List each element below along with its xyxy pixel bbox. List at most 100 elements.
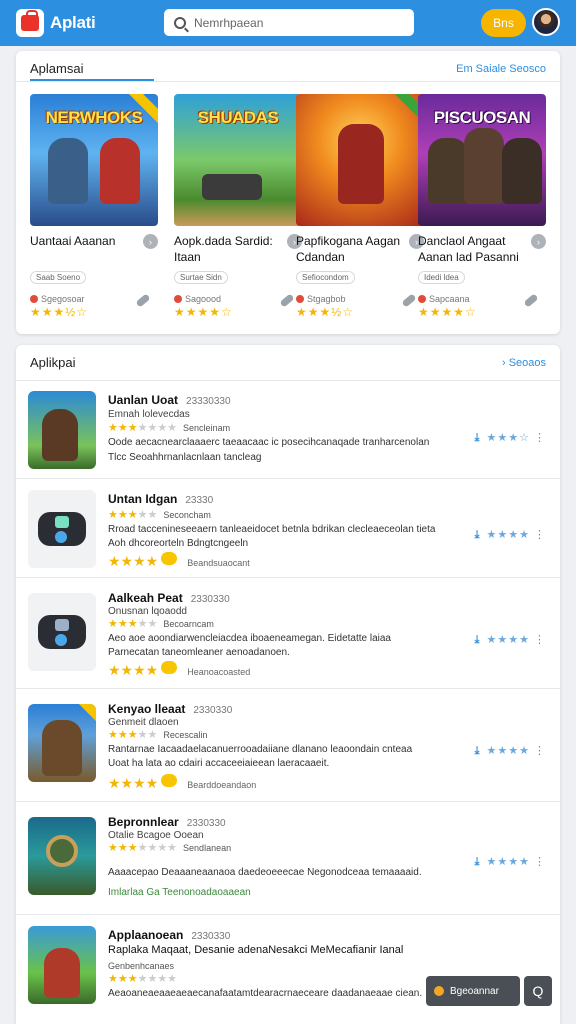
apps-see-all-link[interactable]: › Seoaos [502, 357, 546, 369]
toast[interactable]: Bgeoannar [426, 976, 520, 1006]
apps-panel: Aplikpai › Seoaos Uanlan Uoat 23330330 Em… [16, 345, 560, 1024]
apps-title: Aplikpai [30, 355, 76, 370]
app-name: Kenyao lleaat [108, 702, 186, 716]
app-name: Bepronnlear [108, 815, 179, 829]
pill-icon[interactable] [523, 293, 539, 308]
info-icon[interactable]: › [531, 234, 546, 249]
app-subtitle: Raplaka Maqaat, Desanie adenaNesakci MeM… [108, 944, 404, 956]
game-thumbnail[interactable] [296, 94, 424, 226]
pill-icon[interactable] [135, 293, 151, 308]
app-row[interactable]: Bepronnlear 2330330 Otalie Bcagoe Ooean ★… [16, 803, 560, 915]
row-actions: ⤓ ★★★★ ⋮ [474, 856, 546, 868]
bottom-note: Beandsuaocant [187, 558, 250, 568]
download-icon[interactable]: ⤓ [475, 856, 481, 868]
app-icon[interactable] [28, 490, 96, 568]
download-icon[interactable]: ⤓ [475, 634, 481, 646]
card-name: Papfikogana Aagan Cdandan [296, 234, 401, 264]
card-price: Sgegosoar [30, 294, 85, 304]
app-title: Aplati [50, 13, 96, 32]
app-description-2: Uoat ha lata ao cdairi accaceeiaieean la… [108, 758, 330, 769]
character-figure [46, 835, 78, 867]
row-actions: ⤓ ★★★★ ⋮ [474, 634, 546, 646]
featured-card[interactable]: NERWHOKS Uantaai Aaanan › Saab Soeno Sge… [30, 94, 158, 324]
bottom-note: Bearddoeandaon [187, 780, 257, 790]
more-icon[interactable]: ⋮ [534, 432, 546, 444]
toast-icon [434, 986, 444, 996]
rating-stars: ★★★½☆ [296, 305, 355, 319]
rating-stars: Genbenhcanaes [108, 960, 174, 972]
app-row[interactable]: Uanlan Uoat 23330330 Emnah lolevecdas ★★★… [16, 381, 560, 479]
app-title: Uanlan Uoat 23330330 [108, 393, 231, 407]
more-icon[interactable]: ⋮ [534, 745, 546, 757]
card-price: Sapcaana [418, 294, 470, 304]
rating-stars: ★★★★★★★ Sendlanean [108, 842, 232, 854]
apps-link-label: Seoaos [508, 357, 546, 369]
app-name: Applaanoean [108, 928, 184, 942]
bottom-note: Heanoacoasted [187, 667, 251, 677]
search-input[interactable]: Nemrhpaean [164, 9, 414, 36]
app-row[interactable]: Applaanoean 2330330 Raplaka Maqaat, Desan… [16, 916, 560, 1024]
download-icon[interactable]: ⤓ [475, 432, 481, 444]
app-logo[interactable] [16, 9, 44, 37]
featured-card[interactable]: PISCUOSAN Danclaol Angaat Aanan lad Pasa… [418, 94, 546, 324]
featured-see-all-link[interactable]: Em Saiale Seosco [456, 63, 546, 75]
gamepad-icon [38, 615, 86, 649]
rating-note: Genbenhcanaes [108, 961, 175, 971]
avatar[interactable] [532, 8, 560, 36]
card-name: Danclaol Angaat Aanan lad Pasanni [418, 234, 519, 264]
app-row[interactable]: Untan Idgan 23330 ★★★★★ Seconcham Rroad ta… [16, 480, 560, 578]
rating-note: Sencleinam [183, 423, 231, 433]
app-icon[interactable] [28, 391, 96, 469]
app-icon[interactable] [28, 593, 96, 671]
rating-note: Seconcham [163, 510, 211, 520]
rating-stars: ★★★★★★★ [108, 973, 178, 985]
card-tag: Saab Soeno [30, 271, 87, 284]
character-figure [100, 138, 140, 204]
app-name: Uanlan Uoat [108, 393, 179, 407]
featured-panel: Aplamsai Em Saiale Seosco NERWHOKS Uanta… [16, 51, 560, 334]
character-figure [464, 128, 504, 204]
rating-stars: ★★★★★ Becoarncam [108, 618, 214, 630]
more-icon[interactable]: ⋮ [534, 856, 546, 868]
more-icon[interactable]: ⋮ [534, 634, 546, 646]
thumbnail-title: NERWHOKS [45, 108, 143, 127]
featured-card[interactable]: Papfikogana Aagan Cdandan › Sefiocondom … [296, 94, 424, 324]
header-action-button[interactable]: Bns [481, 9, 526, 37]
toast-search-button[interactable]: Q [524, 976, 552, 1006]
featured-title: Aplamsai [30, 61, 84, 76]
rating-stars: ★★★★★ Recescalin [108, 729, 208, 741]
app-description: Rroad taccenineseeaern tanleaeidocet bet… [108, 524, 436, 535]
game-thumbnail[interactable]: SHUADAS [174, 94, 302, 226]
app-description: Aeo aoe aoondiarwencleiacdea iboaeneameg… [108, 633, 391, 644]
app-row[interactable]: Kenyao lleaat 2330330 Genmeit dlaoen ★★★★… [16, 690, 560, 802]
app-title: Kenyao lleaat 2330330 [108, 702, 232, 716]
info-icon[interactable]: › [143, 234, 158, 249]
pill-icon[interactable] [401, 293, 417, 308]
download-icon[interactable]: ⤓ [475, 529, 481, 541]
rating-stars: ★★★★☆ [418, 305, 477, 319]
game-thumbnail[interactable]: PISCUOSAN [418, 94, 546, 226]
app-icon[interactable] [28, 704, 96, 782]
app-subtitle: Genmeit dlaoen [108, 717, 179, 728]
character-figure [428, 138, 468, 204]
character-figure [502, 138, 542, 204]
app-name: Aalkeah Peat [108, 591, 183, 605]
download-icon[interactable]: ⤓ [475, 745, 481, 757]
app-subtitle: Onusnan lqoaodd [108, 606, 187, 617]
app-description-2: Imlarlaa Ga Teenonoadaoaaean [108, 887, 251, 898]
app-id: 2330330 [191, 931, 231, 942]
thumbnail-title: SHUADAS [197, 108, 279, 127]
card-tag: Idedi ldea [418, 271, 465, 284]
featured-card[interactable]: SHUADAS Aopk.dada Sardid: Itaan › Surtae… [174, 94, 302, 324]
app-icon[interactable] [28, 817, 96, 895]
app-subtitle: Emnah lolevecdas [108, 409, 190, 420]
character-figure [48, 138, 88, 204]
app-description-2: Tlcc Seoahhrnanlacnlaan tancleag [108, 452, 262, 463]
app-row[interactable]: Aalkeah Peat 2330330 Onusnan lqoaodd ★★★★… [16, 579, 560, 689]
game-thumbnail[interactable]: NERWHOKS [30, 94, 158, 226]
app-icon[interactable] [28, 926, 96, 1004]
pill-icon[interactable] [279, 293, 295, 308]
app-title: Applaanoean 2330330 [108, 928, 230, 942]
app-id: 23330330 [186, 396, 231, 407]
more-icon[interactable]: ⋮ [534, 529, 546, 541]
